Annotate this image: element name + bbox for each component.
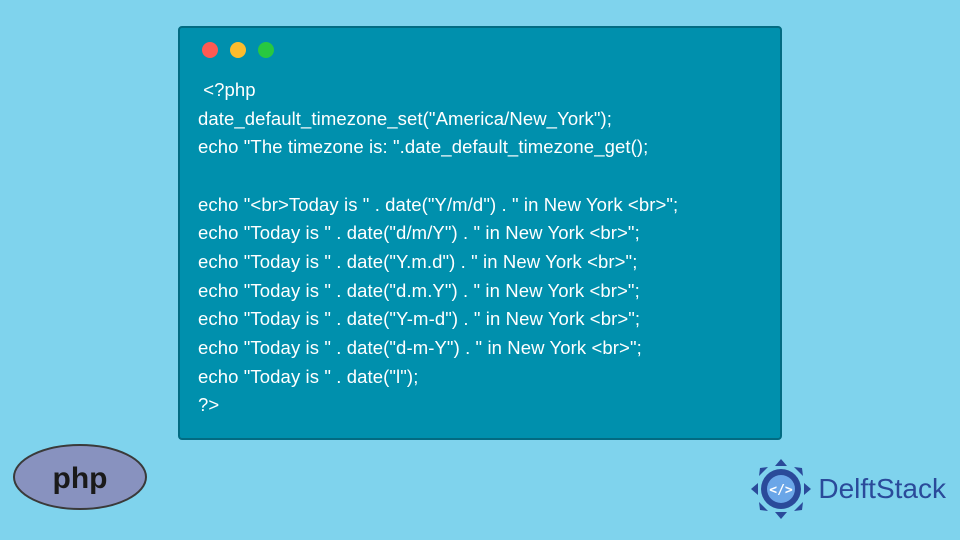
code-line: echo "Today is " . date("d.m.Y") . " in …	[198, 280, 640, 301]
code-line: echo "The timezone is: ".date_default_ti…	[198, 136, 648, 157]
code-block: <?php date_default_timezone_set("America…	[198, 76, 762, 420]
delftstack-logo: </> DelftStack	[750, 458, 946, 520]
code-line: echo "<br>Today is " . date("Y/m/d") . "…	[198, 194, 678, 215]
code-line: ?>	[198, 394, 219, 415]
code-line: date_default_timezone_set("America/New_Y…	[198, 108, 612, 129]
code-line: echo "Today is " . date("d-m-Y") . " in …	[198, 337, 642, 358]
window-controls	[198, 42, 762, 58]
code-window: <?php date_default_timezone_set("America…	[178, 26, 782, 440]
svg-text:</>: </>	[770, 483, 794, 498]
minimize-dot-icon	[230, 42, 246, 58]
delftstack-text: DelftStack	[818, 473, 946, 505]
php-logo-icon: php	[10, 442, 150, 512]
code-line: echo "Today is " . date("d/m/Y") . " in …	[198, 222, 640, 243]
code-line: echo "Today is " . date("Y.m.d") . " in …	[198, 251, 637, 272]
php-logo-text: php	[53, 462, 108, 495]
delftstack-gear-icon: </>	[750, 458, 812, 520]
code-line: echo "Today is " . date("Y-m-d") . " in …	[198, 308, 640, 329]
code-line: <?php	[198, 79, 256, 100]
code-line: echo "Today is " . date("l");	[198, 366, 418, 387]
maximize-dot-icon	[258, 42, 274, 58]
close-dot-icon	[202, 42, 218, 58]
